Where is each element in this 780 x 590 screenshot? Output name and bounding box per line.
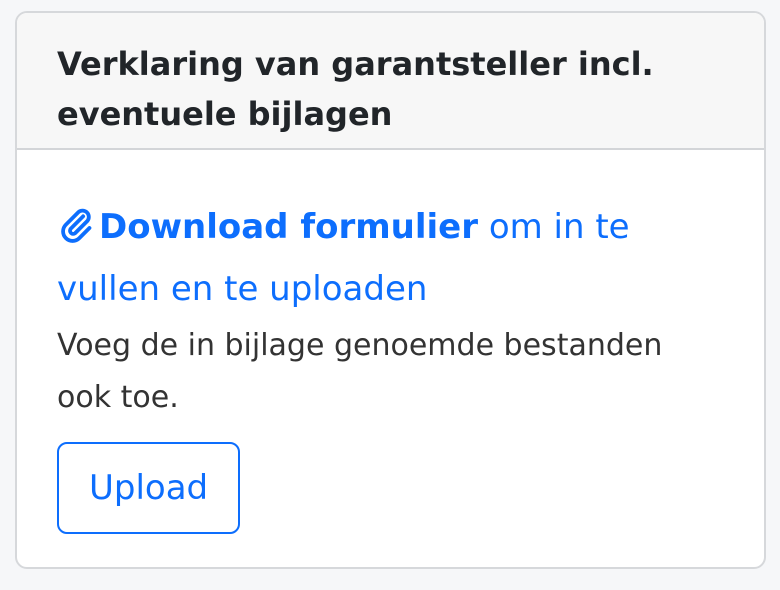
download-line: Download formulier om in te vullen en te… bbox=[57, 196, 724, 320]
upload-card: Verklaring van garantsteller incl. event… bbox=[15, 11, 766, 569]
card-body: Download formulier om in te vullen en te… bbox=[17, 150, 764, 534]
card-title: Verklaring van garantsteller incl. event… bbox=[57, 45, 654, 133]
upload-button[interactable]: Upload bbox=[57, 442, 241, 534]
download-form-link[interactable]: Download formulier om in te vullen en te… bbox=[57, 207, 630, 309]
attachment-note: Voeg de in bijlage genoemde bestanden oo… bbox=[57, 328, 663, 415]
download-link-label: Download formulier bbox=[99, 207, 479, 247]
card-header: Verklaring van garantsteller incl. event… bbox=[17, 13, 764, 150]
paperclip-icon bbox=[61, 208, 92, 243]
